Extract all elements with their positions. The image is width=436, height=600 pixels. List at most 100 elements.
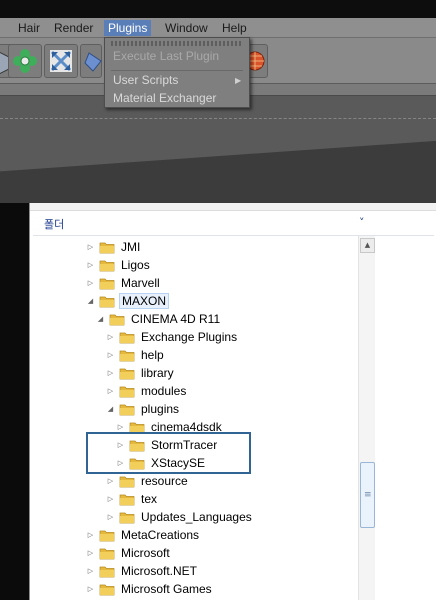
tree-item[interactable]: ▷ Microsoft	[86, 544, 172, 562]
tree-item-label: plugins	[141, 402, 180, 416]
folder-icon	[99, 296, 115, 307]
flower-generator-icon	[13, 49, 37, 73]
chevron-down-icon[interactable]: ˅	[359, 216, 365, 229]
tree-item-label: help	[141, 348, 164, 362]
tree-item[interactable]: ▷ Ligos	[86, 256, 152, 274]
menu-hair[interactable]: Hair	[14, 20, 44, 36]
plugins-dropdown-menu: Execute Last Plugin User Scripts ▶ Mater…	[104, 37, 250, 108]
tree-item-label: CINEMA 4D R11	[131, 312, 221, 326]
expand-arrow-icon[interactable]: ▷	[106, 333, 115, 341]
expand-arrow-icon[interactable]: ▷	[106, 513, 115, 521]
blue-shape-icon	[84, 52, 102, 72]
tree-item-label: JMI	[121, 240, 141, 254]
folder-icon	[99, 548, 115, 559]
folder-header-label: 폴더	[44, 218, 65, 231]
tree-item-label: tex	[141, 492, 158, 506]
folder-icon	[99, 278, 115, 289]
tree-item[interactable]: ◢ plugins	[106, 400, 181, 418]
folder-icon	[119, 368, 135, 379]
tree-item[interactable]: ▷ Microsoft.NET	[86, 562, 199, 580]
viewport-guide-line	[0, 118, 436, 119]
folder-icon	[99, 566, 115, 577]
expand-arrow-icon[interactable]: ▷	[86, 567, 95, 575]
scroll-thumb[interactable]: ≡	[360, 462, 375, 528]
tree-item[interactable]: ▷ Microsoft Games	[86, 580, 214, 598]
menu-item-execute-last-plugin[interactable]: Execute Last Plugin	[113, 47, 219, 65]
menu-item-material-exchanger[interactable]: Material Exchanger	[113, 89, 216, 107]
tree-item-label: MAXON	[119, 293, 170, 309]
tree-item-label: Marvell	[121, 276, 160, 290]
menu-help[interactable]: Help	[218, 20, 251, 36]
tree-item[interactable]: ▷ library	[106, 364, 176, 382]
scroll-up-button[interactable]: ▲	[360, 238, 375, 253]
folder-icon	[119, 350, 135, 361]
arrows-expand-icon	[50, 50, 72, 72]
tree-item-label: Microsoft Games	[121, 582, 212, 596]
expand-arrow-icon[interactable]: ▷	[106, 477, 115, 485]
menubar: Hair Render Plugins Window Help	[0, 18, 436, 38]
tear-off-handle[interactable]	[111, 41, 243, 46]
folder-icon	[99, 530, 115, 541]
tree-item[interactable]: ▷ resource	[106, 472, 190, 490]
folder-icon	[119, 332, 135, 343]
tree-item-label: Ligos	[121, 258, 150, 272]
menu-plugins[interactable]: Plugins	[104, 20, 152, 36]
collapse-arrow-icon[interactable]: ◢	[106, 405, 115, 413]
expand-arrow-icon[interactable]: ▷	[106, 495, 115, 503]
folder-icon	[99, 260, 115, 271]
expand-arrow-icon[interactable]: ▷	[86, 585, 95, 593]
folder-icon	[119, 476, 135, 487]
folder-icon	[119, 386, 135, 397]
tree-item[interactable]: ▷ help	[106, 346, 166, 364]
tree-item-label: resource	[141, 474, 188, 488]
tree-item-label: Updates_Languages	[141, 510, 252, 524]
expand-arrow-icon[interactable]: ▷	[86, 549, 95, 557]
scroll-grip-icon: ≡	[364, 490, 372, 500]
tree-item[interactable]: ▷ Exchange Plugins	[106, 328, 239, 346]
expand-arrow-icon[interactable]: ▷	[106, 351, 115, 359]
tree-item[interactable]: ▷ tex	[106, 490, 159, 508]
tree-item-label: Microsoft	[121, 546, 170, 560]
tree-item-label: library	[141, 366, 174, 380]
expand-arrow-icon[interactable]: ▷	[86, 279, 95, 287]
tree-item[interactable]: ▷ Updates_Languages	[106, 508, 254, 526]
vertical-scrollbar[interactable]: ▲ ≡	[358, 236, 375, 600]
blue-shape-button[interactable]	[80, 44, 102, 78]
title-strip	[0, 0, 436, 18]
menu-item-user-scripts[interactable]: User Scripts	[113, 71, 178, 89]
background-edge	[0, 203, 29, 600]
tree-item-label: Microsoft.NET	[121, 564, 198, 578]
3d-viewport[interactable]	[0, 96, 436, 203]
tree-item[interactable]: ◢ CINEMA 4D R11	[96, 310, 222, 328]
folder-tree: ▷ JMI ▷ Ligos ▷ Marvell ◢ MAXON ◢ CINEMA 4D R11 ▷ E…	[30, 235, 346, 600]
folder-icon	[109, 314, 125, 325]
submenu-arrow-icon: ▶	[235, 76, 242, 85]
tree-item-label: modules	[141, 384, 187, 398]
folder-icon	[99, 242, 115, 253]
tree-item[interactable]: ▷ JMI	[86, 238, 142, 256]
expand-arrow-icon[interactable]: ▷	[116, 423, 125, 431]
collapse-arrow-icon[interactable]: ◢	[86, 297, 95, 305]
menu-render[interactable]: Render	[50, 20, 97, 36]
menu-window[interactable]: Window	[161, 20, 212, 36]
folder-icon	[119, 512, 135, 523]
tree-item-label: Exchange Plugins	[141, 330, 238, 344]
tree-item-label: MetaCreations	[121, 528, 200, 542]
expand-arrow-icon[interactable]: ▷	[86, 243, 95, 251]
tree-item[interactable]: ◢ MAXON	[86, 292, 170, 310]
tree-item[interactable]: ▷ Marvell	[86, 274, 162, 292]
tree-item[interactable]: ▷ modules	[106, 382, 188, 400]
expand-arrow-icon[interactable]: ▷	[86, 531, 95, 539]
highlight-annotation-box	[86, 432, 251, 474]
folder-icon	[99, 584, 115, 595]
expand-arrow-icon[interactable]: ▷	[106, 387, 115, 395]
folder-icon	[119, 404, 135, 415]
collapse-arrow-icon[interactable]: ◢	[96, 315, 105, 323]
cinema4d-window: Hair Render Plugins Window Help Execute …	[0, 0, 436, 203]
expand-arrow-icon[interactable]: ▷	[106, 369, 115, 377]
tree-item[interactable]: ▷ MetaCreations	[86, 526, 201, 544]
arrows-expand-button[interactable]	[44, 44, 78, 78]
folder-icon	[119, 494, 135, 505]
flower-generator-button[interactable]	[8, 44, 42, 78]
expand-arrow-icon[interactable]: ▷	[86, 261, 95, 269]
